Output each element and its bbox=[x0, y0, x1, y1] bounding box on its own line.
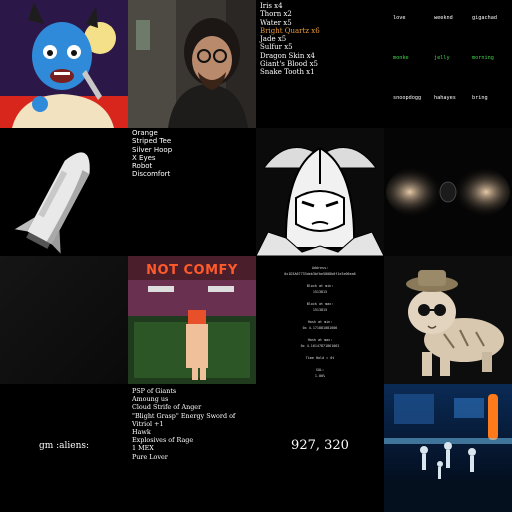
weapons-list-tile: PSP of Giants Amoung us Cloud Strife of … bbox=[128, 384, 256, 512]
inventory-item-highlighted: Bright Quartz x6 bbox=[260, 26, 320, 35]
nft-image-grid: Iris x4 Thorn x2 Water x5 Bright Quartz … bbox=[0, 0, 512, 512]
word-cell: bring bbox=[472, 95, 488, 101]
word-cell: morning bbox=[472, 55, 494, 61]
trait-item: Orange bbox=[132, 129, 158, 137]
particle-illustration bbox=[384, 128, 512, 256]
trait-item: X Eyes bbox=[132, 153, 156, 162]
coords-value: 927, 320 bbox=[291, 438, 349, 453]
not-comfy-tile[interactable]: NOT COMFY bbox=[128, 256, 256, 384]
devil-avatar-tile[interactable] bbox=[0, 0, 128, 128]
inventory-item: Giant's Blood x5 bbox=[260, 60, 318, 69]
weapons-list: PSP of Giants Amoung us Cloud Strife of … bbox=[128, 384, 256, 464]
time-hold-text: Time Hold = 0t bbox=[305, 356, 335, 360]
devil-illustration bbox=[0, 0, 128, 128]
word-cell: gigachad bbox=[472, 15, 497, 21]
word-cell: love bbox=[393, 15, 406, 21]
inventory-item: Iris x4 bbox=[260, 2, 283, 10]
hash-max-label: Hash at max: bbox=[307, 338, 333, 342]
weapon-item: Pure Lover bbox=[132, 452, 168, 461]
inventory-list: Iris x4 Thorn x2 Water x5 Bright Quartz … bbox=[256, 0, 384, 79]
trait-item: Silver Hoop bbox=[132, 145, 173, 154]
neon-scene-tile[interactable] bbox=[384, 384, 512, 512]
weapon-item: 1 MEX bbox=[132, 444, 154, 453]
inventory-list-tile: Iris x4 Thorn x2 Water x5 Bright Quartz … bbox=[256, 0, 384, 128]
gm-message: gm :aliens: bbox=[38, 441, 90, 451]
block-min-label: Block at min: bbox=[306, 284, 334, 288]
word-cell: hahayes bbox=[434, 95, 456, 101]
rocket-illustration bbox=[0, 128, 128, 256]
coords-text-tile: 927, 320 bbox=[256, 384, 384, 512]
person-photo bbox=[128, 0, 256, 128]
block-min-value: 1513815 bbox=[312, 290, 328, 294]
inventory-item: Sulfur x5 bbox=[260, 43, 293, 52]
trait-item: Striped Tee bbox=[132, 137, 172, 146]
inventory-item: Water x5 bbox=[260, 18, 292, 27]
address-value: 0x1D3A67733deb3bfbe5808b0f1e3e06ea6 bbox=[284, 272, 356, 276]
weapon-item: PSP of Giants bbox=[132, 387, 177, 395]
gm-text-tile: gm :aliens: bbox=[0, 384, 128, 512]
weapon-item: Explosives of Rage bbox=[132, 436, 194, 445]
address-label: Address: bbox=[311, 266, 329, 270]
cat-illustration bbox=[384, 256, 512, 384]
dark-texture bbox=[0, 256, 128, 384]
weapon-item: Hawk bbox=[132, 428, 151, 437]
knight-helmet-tile[interactable] bbox=[256, 128, 384, 256]
address-card-tile: Address: 0x1D3A67733deb3bfbe5808b0f1e3e0… bbox=[256, 256, 384, 384]
sol-value: 1.00% bbox=[314, 374, 326, 378]
traits-list-tile: Orange Striped Tee Silver Hoop X Eyes Ro… bbox=[128, 128, 256, 256]
trait-item: Robot bbox=[132, 162, 153, 171]
cat-image-tile[interactable] bbox=[384, 256, 512, 384]
weapon-item: "Blight Grasp" Energy Sword of Vitriol +… bbox=[132, 411, 236, 428]
hash-min-value: 0x 4.171881081606 bbox=[302, 326, 338, 330]
neon-skeleton-scene bbox=[384, 384, 512, 512]
traits-list: Orange Striped Tee Silver Hoop X Eyes Ro… bbox=[128, 128, 256, 180]
hash-min-label: Hash at min: bbox=[307, 320, 333, 324]
block-max-value: 1513815 bbox=[312, 308, 328, 312]
weapon-item: Amoung us bbox=[132, 395, 169, 404]
word-cell: jelly bbox=[434, 55, 450, 61]
not-comfy-title: NOT COMFY bbox=[146, 263, 238, 278]
weapon-item: Cloud Strife of Anger bbox=[132, 403, 202, 412]
word-cell: snoopdogg bbox=[393, 95, 422, 101]
block-max-label: Block at max: bbox=[306, 302, 334, 306]
word-cell: weeknd bbox=[434, 15, 453, 21]
knight-illustration bbox=[256, 128, 384, 256]
word-grid-tile: love weeknd gigachad monke jelly morning… bbox=[384, 0, 512, 128]
webcam-photo-tile[interactable] bbox=[128, 0, 256, 128]
rocket-image-tile[interactable] bbox=[0, 128, 128, 256]
inventory-item: Thorn x2 bbox=[260, 10, 292, 19]
word-cell: monke bbox=[393, 55, 409, 61]
inventory-item: Jade x5 bbox=[260, 35, 287, 44]
sol-label: SOL: bbox=[315, 368, 325, 372]
inventory-item: Dragon Skin x4 bbox=[260, 51, 315, 60]
particle-art-tile[interactable] bbox=[384, 128, 512, 256]
inventory-item: Snake Tooth x1 bbox=[260, 68, 315, 77]
hash-max-value: 0x 4.16147871861062 bbox=[300, 344, 340, 348]
dark-texture-tile[interactable] bbox=[0, 256, 128, 384]
trait-item: Discomfort bbox=[132, 170, 171, 179]
